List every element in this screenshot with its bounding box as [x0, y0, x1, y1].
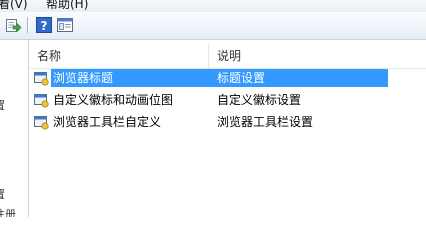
policy-setting-icon	[34, 116, 49, 130]
toolbar: ?	[0, 12, 426, 40]
toolbar-separator	[27, 17, 29, 33]
properties-icon	[57, 18, 73, 32]
export-icon	[6, 19, 22, 33]
left-tree-panel[interactable]: 置 置 注册	[0, 40, 29, 217]
properties-button[interactable]	[56, 16, 74, 34]
help-button[interactable]: ?	[35, 16, 53, 34]
item-description: 浏览器工具栏设置	[217, 115, 314, 129]
column-header-description[interactable]: 说明	[209, 44, 426, 68]
left-tree-fragment[interactable]: 注册	[0, 206, 16, 217]
menu-view[interactable]: 看(V)	[0, 0, 28, 12]
export-button[interactable]	[4, 16, 22, 34]
svg-text:?: ?	[41, 19, 48, 33]
left-tree-fragment[interactable]: 置	[0, 97, 5, 113]
left-tree-fragment[interactable]: 置	[0, 186, 5, 202]
policy-setting-icon	[34, 72, 49, 86]
list-item[interactable]: 浏览器工具栏自定义 浏览器工具栏设置	[31, 112, 426, 132]
item-name: 浏览器标题	[51, 69, 116, 87]
column-header-name[interactable]: 名称	[29, 44, 209, 68]
item-description: 自定义徽标设置	[217, 93, 302, 107]
settings-list: 名称 说明 浏览器标题 标题设置 自定义徽标和动画位图 自定义徽标设置 浏览器工…	[29, 40, 426, 217]
menu-bar: 看(V) 帮助(H)	[0, 0, 426, 12]
item-description: 标题设置	[217, 71, 266, 85]
list-item[interactable]: 自定义徽标和动画位图 自定义徽标设置	[31, 90, 426, 110]
list-item[interactable]: 浏览器标题 标题设置	[31, 68, 426, 88]
list-header: 名称 说明	[29, 44, 426, 69]
policy-setting-icon	[34, 94, 49, 108]
menu-help[interactable]: 帮助(H)	[46, 0, 88, 12]
help-icon: ?	[36, 17, 52, 33]
item-name: 自定义徽标和动画位图	[53, 93, 174, 107]
item-name: 浏览器工具栏自定义	[53, 115, 162, 129]
